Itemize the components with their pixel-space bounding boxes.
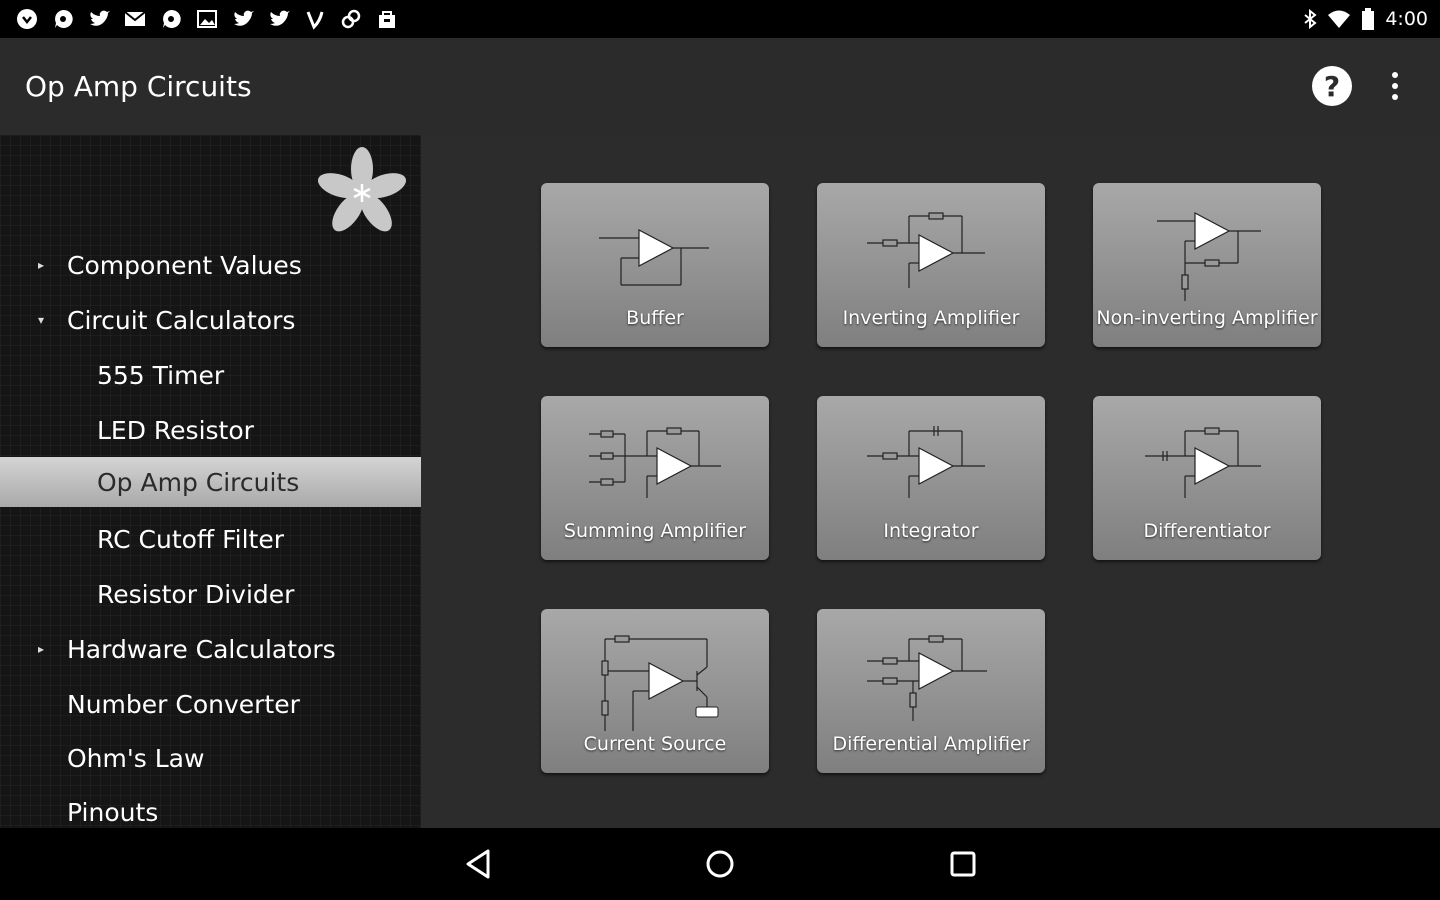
sidebar-item-circuit-calculators[interactable]: ▾ Circuit Calculators (0, 295, 421, 345)
tile-label: Inverting Amplifier (842, 307, 1020, 329)
recents-icon (950, 851, 976, 877)
status-time: 4:00 (1385, 8, 1428, 30)
more-vert-icon (1392, 72, 1398, 78)
twitter-icon (86, 7, 112, 31)
sidebar-item-label: RC Cutoff Filter (97, 524, 285, 554)
navigation-drawer: ▸ Component Values ▾ Circuit Calculators… (0, 135, 421, 828)
sidebar-item-ohms-law[interactable]: Ohm's Law (0, 733, 421, 783)
home-icon (706, 850, 734, 878)
inverting-amplifier-circuit-icon (867, 212, 985, 288)
bag-icon (374, 7, 400, 31)
system-navigation-bar (0, 828, 1440, 900)
sidebar-item-led-resistor[interactable]: LED Resistor (0, 405, 421, 455)
collapse-caret-icon: ▾ (38, 313, 45, 327)
expand-caret-icon: ▸ (38, 642, 45, 656)
help-icon: ? (1323, 69, 1341, 103)
differential-amplifier-circuit-icon (867, 635, 987, 721)
sidebar-item-op-amp-circuits[interactable]: Op Amp Circuits (0, 457, 421, 507)
wifi-icon (1328, 10, 1351, 28)
tile-differential-amplifier[interactable]: Differential Amplifier (817, 609, 1045, 773)
tile-buffer[interactable]: Buffer (541, 183, 769, 347)
status-indicators: 4:00 (1303, 7, 1428, 31)
sidebar-item-label: Resistor Divider (97, 579, 295, 609)
sidebar-item-resistor-divider[interactable]: Resistor Divider (0, 569, 421, 619)
summing-amplifier-circuit-icon (589, 427, 721, 498)
chat-icon (50, 7, 76, 31)
sidebar-item-label: Circuit Calculators (67, 305, 296, 335)
tile-label: Differentiator (1143, 520, 1271, 542)
integrator-circuit-icon (867, 426, 985, 498)
sidebar-item-label: Number Converter (67, 689, 300, 719)
status-bar: 4:00 (0, 0, 1440, 38)
gmail-icon (122, 7, 148, 31)
notification-icons (14, 7, 400, 31)
tile-label: Buffer (626, 307, 684, 329)
current-source-circuit-icon (601, 635, 719, 731)
pinterest-icon (14, 7, 40, 31)
sidebar-item-label: Ohm's Law (67, 743, 205, 773)
sidebar-item-label: Hardware Calculators (67, 634, 336, 664)
back-button[interactable] (458, 844, 498, 884)
sidebar-item-label: Op Amp Circuits (97, 467, 300, 497)
tile-current-source[interactable]: Current Source (541, 609, 769, 773)
link-icon (338, 7, 364, 31)
sidebar-item-number-converter[interactable]: Number Converter (0, 679, 421, 729)
bluetooth-icon (1304, 9, 1317, 29)
tile-label: Summing Amplifier (563, 520, 747, 542)
circuit-grid: Buffer Inverting Amplifier Non-inverting… (421, 135, 1440, 828)
expand-caret-icon: ▸ (38, 258, 45, 272)
tile-label: Current Source (583, 733, 727, 755)
non-inverting-amplifier-circuit-icon (1157, 212, 1261, 301)
sidebar-item-rc-cutoff-filter[interactable]: RC Cutoff Filter (0, 514, 421, 564)
tile-differentiator[interactable]: Differentiator (1093, 396, 1321, 560)
sidebar-item-component-values[interactable]: ▸ Component Values (0, 240, 421, 290)
tile-integrator[interactable]: Integrator (817, 396, 1045, 560)
overflow-menu-button[interactable] (1380, 66, 1410, 106)
help-button[interactable]: ? (1312, 66, 1352, 106)
twitter-icon (266, 7, 292, 31)
battery-icon (1362, 8, 1375, 30)
home-button[interactable] (700, 844, 740, 884)
sidebar-item-label: Pinouts (67, 797, 159, 827)
tile-label: Differential Amplifier (832, 733, 1030, 755)
differentiator-circuit-icon (1145, 427, 1261, 498)
back-icon (466, 849, 490, 879)
sidebar-item-hardware-calculators[interactable]: ▸ Hardware Calculators (0, 624, 421, 674)
sidebar-item-555-timer[interactable]: 555 Timer (0, 350, 421, 400)
image-icon (194, 7, 220, 31)
page-title: Op Amp Circuits (25, 70, 252, 103)
sidebar-item-label: Component Values (67, 250, 302, 280)
sidebar-item-label: LED Resistor (97, 415, 254, 445)
app-bar: Op Amp Circuits ? (0, 38, 1440, 135)
tile-non-inverting-amplifier[interactable]: Non-inverting Amplifier (1093, 183, 1321, 347)
tile-inverting-amplifier[interactable]: Inverting Amplifier (817, 183, 1045, 347)
recents-button[interactable] (943, 844, 983, 884)
sidebar-item-label: 555 Timer (97, 360, 225, 390)
tile-label: Non-inverting Amplifier (1096, 307, 1318, 329)
tile-summing-amplifier[interactable]: Summing Amplifier (541, 396, 769, 560)
adafruit-logo-icon (317, 147, 407, 232)
buffer-circuit-icon (599, 229, 709, 286)
vine-icon (302, 7, 328, 31)
twitter-icon (230, 7, 256, 31)
chat-icon (158, 7, 184, 31)
tile-label: Integrator (883, 520, 979, 542)
